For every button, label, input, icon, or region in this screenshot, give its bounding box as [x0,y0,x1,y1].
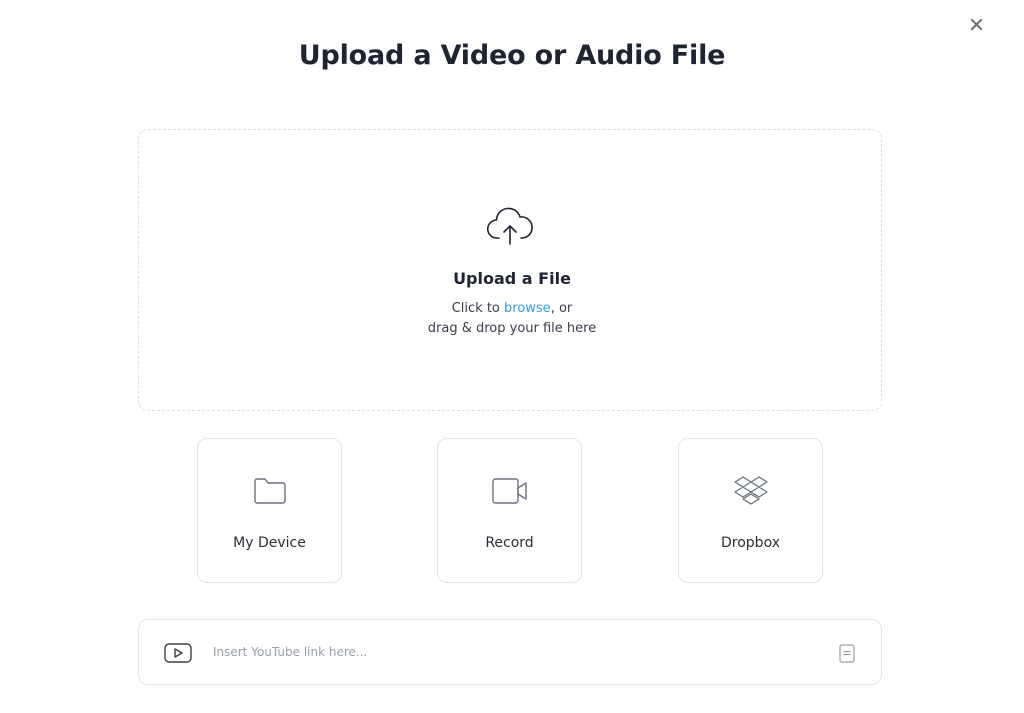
dropbox-label: Dropbox [721,535,780,551]
cloud-upload-icon [486,207,533,245]
hint-prefix: Click to [451,301,505,316]
my-device-label: My Device [233,535,306,551]
hint-line2: drag & drop your file here [427,321,597,336]
folder-icon [253,478,286,504]
close-button[interactable] [966,14,986,34]
clipboard-icon[interactable] [838,643,856,663]
dropbox-icon [733,476,768,505]
dropbox-button[interactable]: Dropbox [678,438,823,583]
youtube-link-bar [138,619,882,685]
modal-title: Upload a Video or Audio File [298,40,726,71]
record-button[interactable]: Record [437,438,582,583]
close-icon [970,18,982,30]
video-camera-icon [491,478,527,504]
upload-hint: Click to browse, or drag & drop your fil… [0,299,1024,339]
browse-link[interactable]: browse [504,301,551,316]
upload-heading: Upload a File [453,269,571,288]
youtube-link-input[interactable] [213,638,813,666]
upload-modal: Upload a Video or Audio File Upload a Fi… [0,0,1024,713]
record-label: Record [485,535,534,551]
hint-suffix: , or [550,301,573,316]
my-device-button[interactable]: My Device [197,438,342,583]
youtube-play-icon [164,643,192,663]
